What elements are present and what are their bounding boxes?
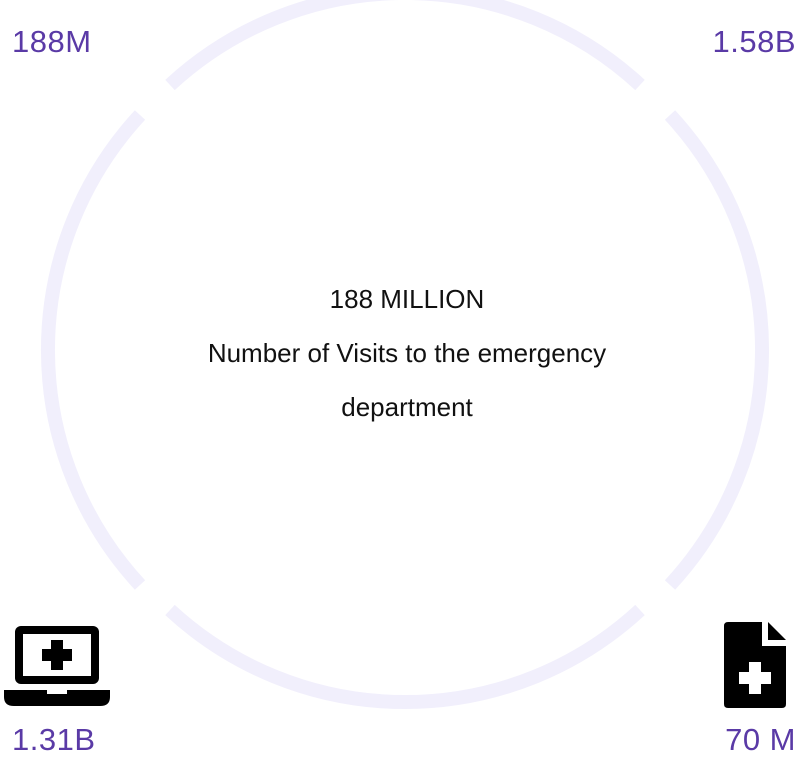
stat-top-left: 188M <box>12 24 92 59</box>
stat-top-right: 1.58B <box>712 24 796 59</box>
center-headline: 188 MILLION <box>329 284 485 314</box>
stat-bottom-right: 70 M <box>725 722 796 757</box>
center-description-line-2: department <box>341 392 473 422</box>
center-description-line-1: Number of Visits to the emergency <box>207 338 607 368</box>
file-medical-icon <box>724 622 786 708</box>
stat-bottom-left: 1.31B <box>12 722 96 757</box>
laptop-medical-icon <box>4 626 110 706</box>
center-info: 188 MILLION Number of Visits to the emer… <box>150 272 664 434</box>
